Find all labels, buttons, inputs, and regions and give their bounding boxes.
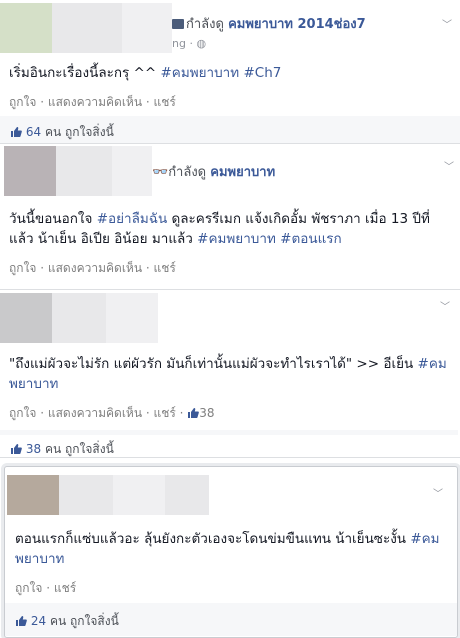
blurred-name — [165, 475, 209, 515]
post-text: ตอนแรกก็แซ่บแล้วอะ ลุ้นยังกะตัวเองจะโดนข… — [15, 531, 440, 567]
timestamp[interactable]: ng · — [172, 37, 193, 50]
thumbs-up-icon — [11, 444, 22, 454]
divider — [0, 457, 460, 458]
avatar[interactable] — [4, 146, 56, 196]
thumbs-up-icon — [11, 127, 22, 137]
like-button[interactable]: ถูกใจ — [15, 581, 42, 595]
share-button[interactable]: แชร์ — [54, 581, 76, 595]
blurred-name — [59, 475, 113, 515]
hashtag-link[interactable]: #อย่าลืมฉัน — [97, 211, 168, 227]
chevron-down-icon[interactable]: ﹀ — [440, 298, 450, 313]
avatar[interactable] — [0, 3, 52, 53]
like-count[interactable]: 64 — [26, 125, 41, 139]
blurred-name — [122, 3, 172, 53]
hashtag-link[interactable]: #คมพยาบาท — [197, 231, 276, 247]
avatar[interactable] — [7, 475, 59, 515]
share-button[interactable]: แชร์ — [154, 95, 176, 109]
post-meta: ng · ◍ — [172, 37, 206, 50]
post-text: วันนี้ขอนอกใจ #อย่าลืมฉัน ดูละครรีเมก แจ… — [9, 211, 430, 247]
post-actions: ถูกใจ · แสดงความคิดเห็น · แชร์ — [9, 261, 176, 275]
comment-button[interactable]: แสดงความคิดเห็น — [48, 95, 142, 109]
post-header: 👓กำลังดู คมพยาบาท — [152, 161, 275, 182]
glasses-icon: 👓 — [152, 165, 169, 180]
like-count[interactable]: 24 — [31, 614, 46, 628]
post-text: "ถึงแม่ผัวจะไม่รัก แต่ผัวรัก มันก็เท่านั… — [9, 356, 447, 392]
globe-icon: ◍ — [196, 37, 207, 50]
chevron-down-icon[interactable]: ﹀ — [433, 485, 443, 500]
chevron-down-icon[interactable]: ﹀ — [444, 158, 454, 173]
share-button[interactable]: แชร์ — [154, 261, 176, 275]
post-card: ﹀ ตอนแรกก็แซ่บแล้วอะ ลุ้นยังกะตัวเองจะโด… — [4, 466, 458, 638]
inline-like-count[interactable]: 38 — [199, 406, 214, 420]
hashtag-link[interactable]: #Ch7 — [243, 65, 281, 81]
likes-summary[interactable]: 24 คน ถูกใจสิ่งนี้ — [15, 612, 119, 631]
tv-icon — [172, 19, 184, 29]
thumbs-up-icon — [188, 408, 200, 418]
like-button[interactable]: ถูกใจ — [9, 406, 36, 420]
blurred-name — [106, 293, 158, 343]
like-suffix: คน ถูกใจสิ่งนี้ — [49, 614, 119, 628]
like-suffix: คน ถูกใจสิ่งนี้ — [44, 442, 114, 456]
blurred-name — [56, 146, 112, 196]
post-actions: ถูกใจ · แสดงความคิดเห็น · แชร์ · 38 — [9, 406, 215, 420]
post-card: กำลังดู คมพยาบาท 2014ช่อง7 ng · ◍ ﹀ เริ่… — [0, 0, 460, 143]
like-button[interactable]: ถูกใจ — [9, 261, 36, 275]
blurred-name — [52, 3, 122, 53]
thumbs-up-icon — [16, 616, 27, 626]
activity-label: กำลังดู — [186, 17, 224, 32]
chevron-down-icon[interactable]: ﹀ — [442, 16, 452, 31]
post-actions: ถูกใจ · แชร์ — [15, 581, 77, 595]
post-header: กำลังดู คมพยาบาท 2014ช่อง7 — [172, 13, 366, 34]
avatar[interactable] — [0, 293, 52, 343]
comment-button[interactable]: แสดงความคิดเห็น — [48, 261, 142, 275]
comment-button[interactable]: แสดงความคิดเห็น — [48, 406, 142, 420]
blurred-name — [112, 146, 152, 196]
post-card: 👓กำลังดู คมพยาบาท ﹀ วันนี้ขอนอกใจ #อย่าล… — [0, 143, 460, 282]
activity-label: กำลังดู — [168, 165, 207, 180]
likes-band — [0, 430, 458, 435]
like-button[interactable]: ถูกใจ — [9, 95, 36, 109]
hashtag-link[interactable]: #คมพยาบาท — [160, 65, 239, 81]
blurred-name — [52, 293, 106, 343]
like-count[interactable]: 38 — [26, 442, 41, 456]
share-button[interactable]: แชร์ — [154, 406, 176, 420]
hashtag-link[interactable]: #ตอนแรก — [280, 231, 342, 247]
blurred-name — [113, 475, 165, 515]
likes-summary[interactable]: 64 คน ถูกใจสิ่งนี้ — [10, 123, 114, 142]
post-actions: ถูกใจ · แสดงความคิดเห็น · แชร์ — [9, 95, 176, 109]
show-link[interactable]: คมพยาบาท 2014ช่อง7 — [228, 17, 366, 32]
post-text: เริ่มอินกะเรื่องนี้ละกรุ ^^ #คมพยาบาท #C… — [9, 65, 282, 81]
like-suffix: คน ถูกใจสิ่งนี้ — [44, 125, 114, 139]
show-link[interactable]: คมพยาบาท — [210, 165, 275, 180]
post-card: ﹀ "ถึงแม่ผัวจะไม่รัก แต่ผัวรัก มันก็เท่า… — [0, 289, 460, 435]
